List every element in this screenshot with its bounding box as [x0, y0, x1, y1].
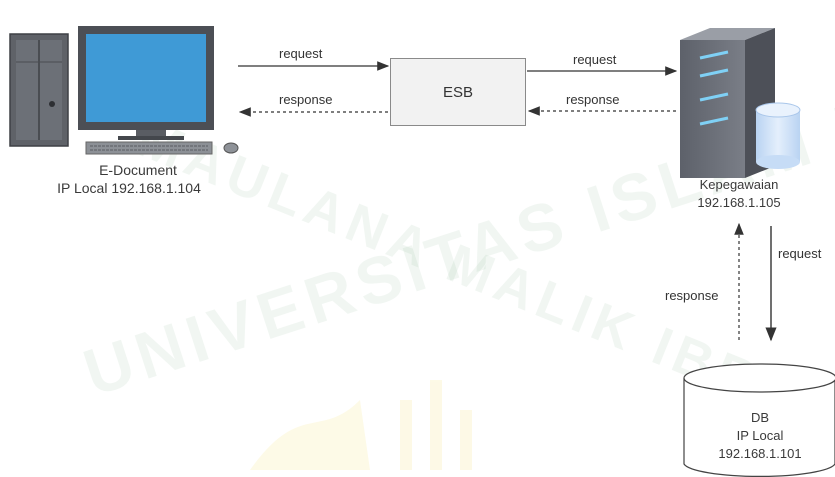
edge-label-esb-to-edoc: response	[279, 92, 333, 107]
db-name: DB	[750, 410, 770, 425]
monitor-icon	[78, 26, 214, 140]
edge-label-esb-to-kepegawaian: request	[573, 52, 617, 67]
desktop-tower-icon	[9, 33, 69, 147]
edge-label-db-to-kepegawaian: response	[665, 288, 719, 303]
mouse-icon	[223, 142, 239, 154]
keyboard-icon	[85, 141, 213, 155]
server-database-icon	[755, 102, 801, 169]
kepegawaian-name: Kepegawaian	[699, 177, 779, 192]
edge-label-kepegawaian-to-db: request	[778, 246, 822, 261]
edge-label-kepegawaian-to-esb: response	[566, 92, 620, 107]
edocument-ip: IP Local 192.168.1.104	[57, 180, 201, 196]
esb-label: ESB	[442, 83, 473, 101]
watermark-logo	[250, 380, 472, 470]
kepegawaian-ip: 192.168.1.105	[697, 195, 781, 210]
edocument-name: E-Document	[99, 162, 177, 178]
edge-label-edoc-to-esb: request	[279, 46, 323, 61]
db-ip: 192.168.1.101	[718, 446, 802, 461]
db-ip-label: IP Local	[736, 428, 784, 443]
esb-node: ESB	[390, 58, 526, 126]
